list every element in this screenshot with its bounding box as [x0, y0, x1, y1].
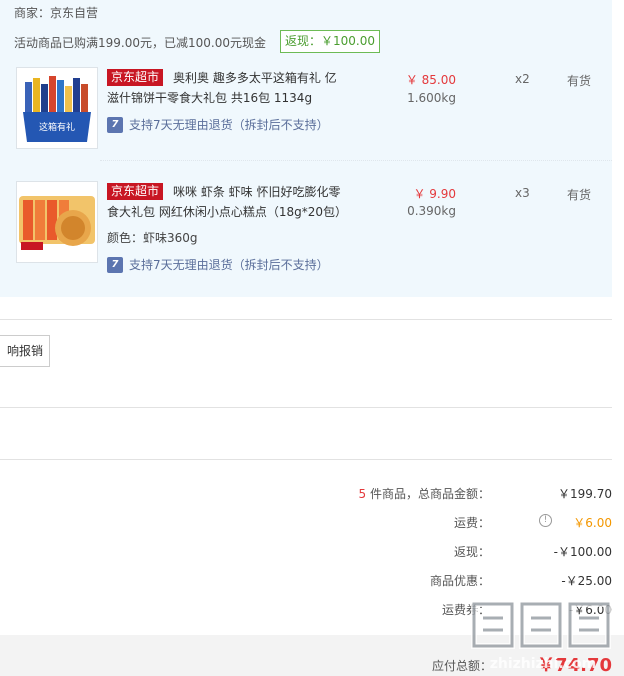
product-title-link[interactable]: 奥利奥 趣多多太平这箱有礼 亿滋什锦饼干零食大礼包 共16包 1134g [107, 68, 347, 108]
snack-pack-image [17, 182, 97, 262]
product-image[interactable] [16, 181, 98, 263]
item-count: 5 [358, 487, 367, 501]
promo-text: 活动商品已购满199.00元，已减100.00元现金 [14, 36, 266, 50]
return-policy-text: 支持7天无理由退货（拆封后不支持） [129, 118, 329, 132]
svg-text:这箱有礼: 这箱有礼 [39, 121, 75, 133]
return-policy[interactable]: 7 支持7天无理由退货（拆封后不支持） [107, 256, 329, 273]
shipping-coupon-value: -￥6.00 [568, 603, 612, 617]
discount-label: 商品优惠： [429, 574, 490, 588]
product-image[interactable]: 这箱有礼 [16, 67, 98, 149]
discount-value: -￥25.00 [561, 574, 612, 588]
total-bar: 应付总额： ￥74.70 [0, 635, 624, 676]
info-icon[interactable]: ! [539, 514, 552, 527]
order-summary: 5 件商品，总商品金额： ￥199.70 运费： ! ￥6.00 返现： -￥1… [312, 0, 612, 635]
return-7day-icon: 7 [107, 116, 123, 133]
shipping-value: ￥6.00 [573, 516, 612, 530]
return-policy-text: 支持7天无理由退货（拆封后不支持） [129, 258, 329, 272]
shipping-label: 运费： [453, 516, 490, 530]
merchant-label: 商家：京东自营 [14, 6, 99, 20]
item-count-text: 件商品，总商品金额： [369, 487, 490, 501]
total-value: ￥74.70 [537, 655, 612, 676]
rebate-label: 返现： [453, 545, 490, 559]
item-count-label: 5 件商品，总商品金额： [359, 485, 490, 502]
sync-reimburse-button[interactable]: 响报销 [0, 335, 50, 367]
total-label: 应付总额： [431, 659, 492, 673]
return-policy[interactable]: 7 支持7天无理由退货（拆封后不支持） [107, 116, 329, 133]
oreo-box-image: 这箱有礼 [17, 68, 97, 148]
return-7day-icon: 7 [107, 256, 123, 273]
rebate-value: -￥100.00 [553, 545, 612, 559]
product-variant: 颜色：虾味360g [107, 231, 198, 245]
product-title-link[interactable]: 咪咪 虾条 虾味 怀旧好吃膨化零食大礼包 网红休闲小点心糕点（18g*20包） [107, 182, 347, 222]
subtotal-value: ￥199.70 [558, 487, 612, 501]
shipping-coupon-label: 运费券： [441, 603, 490, 617]
